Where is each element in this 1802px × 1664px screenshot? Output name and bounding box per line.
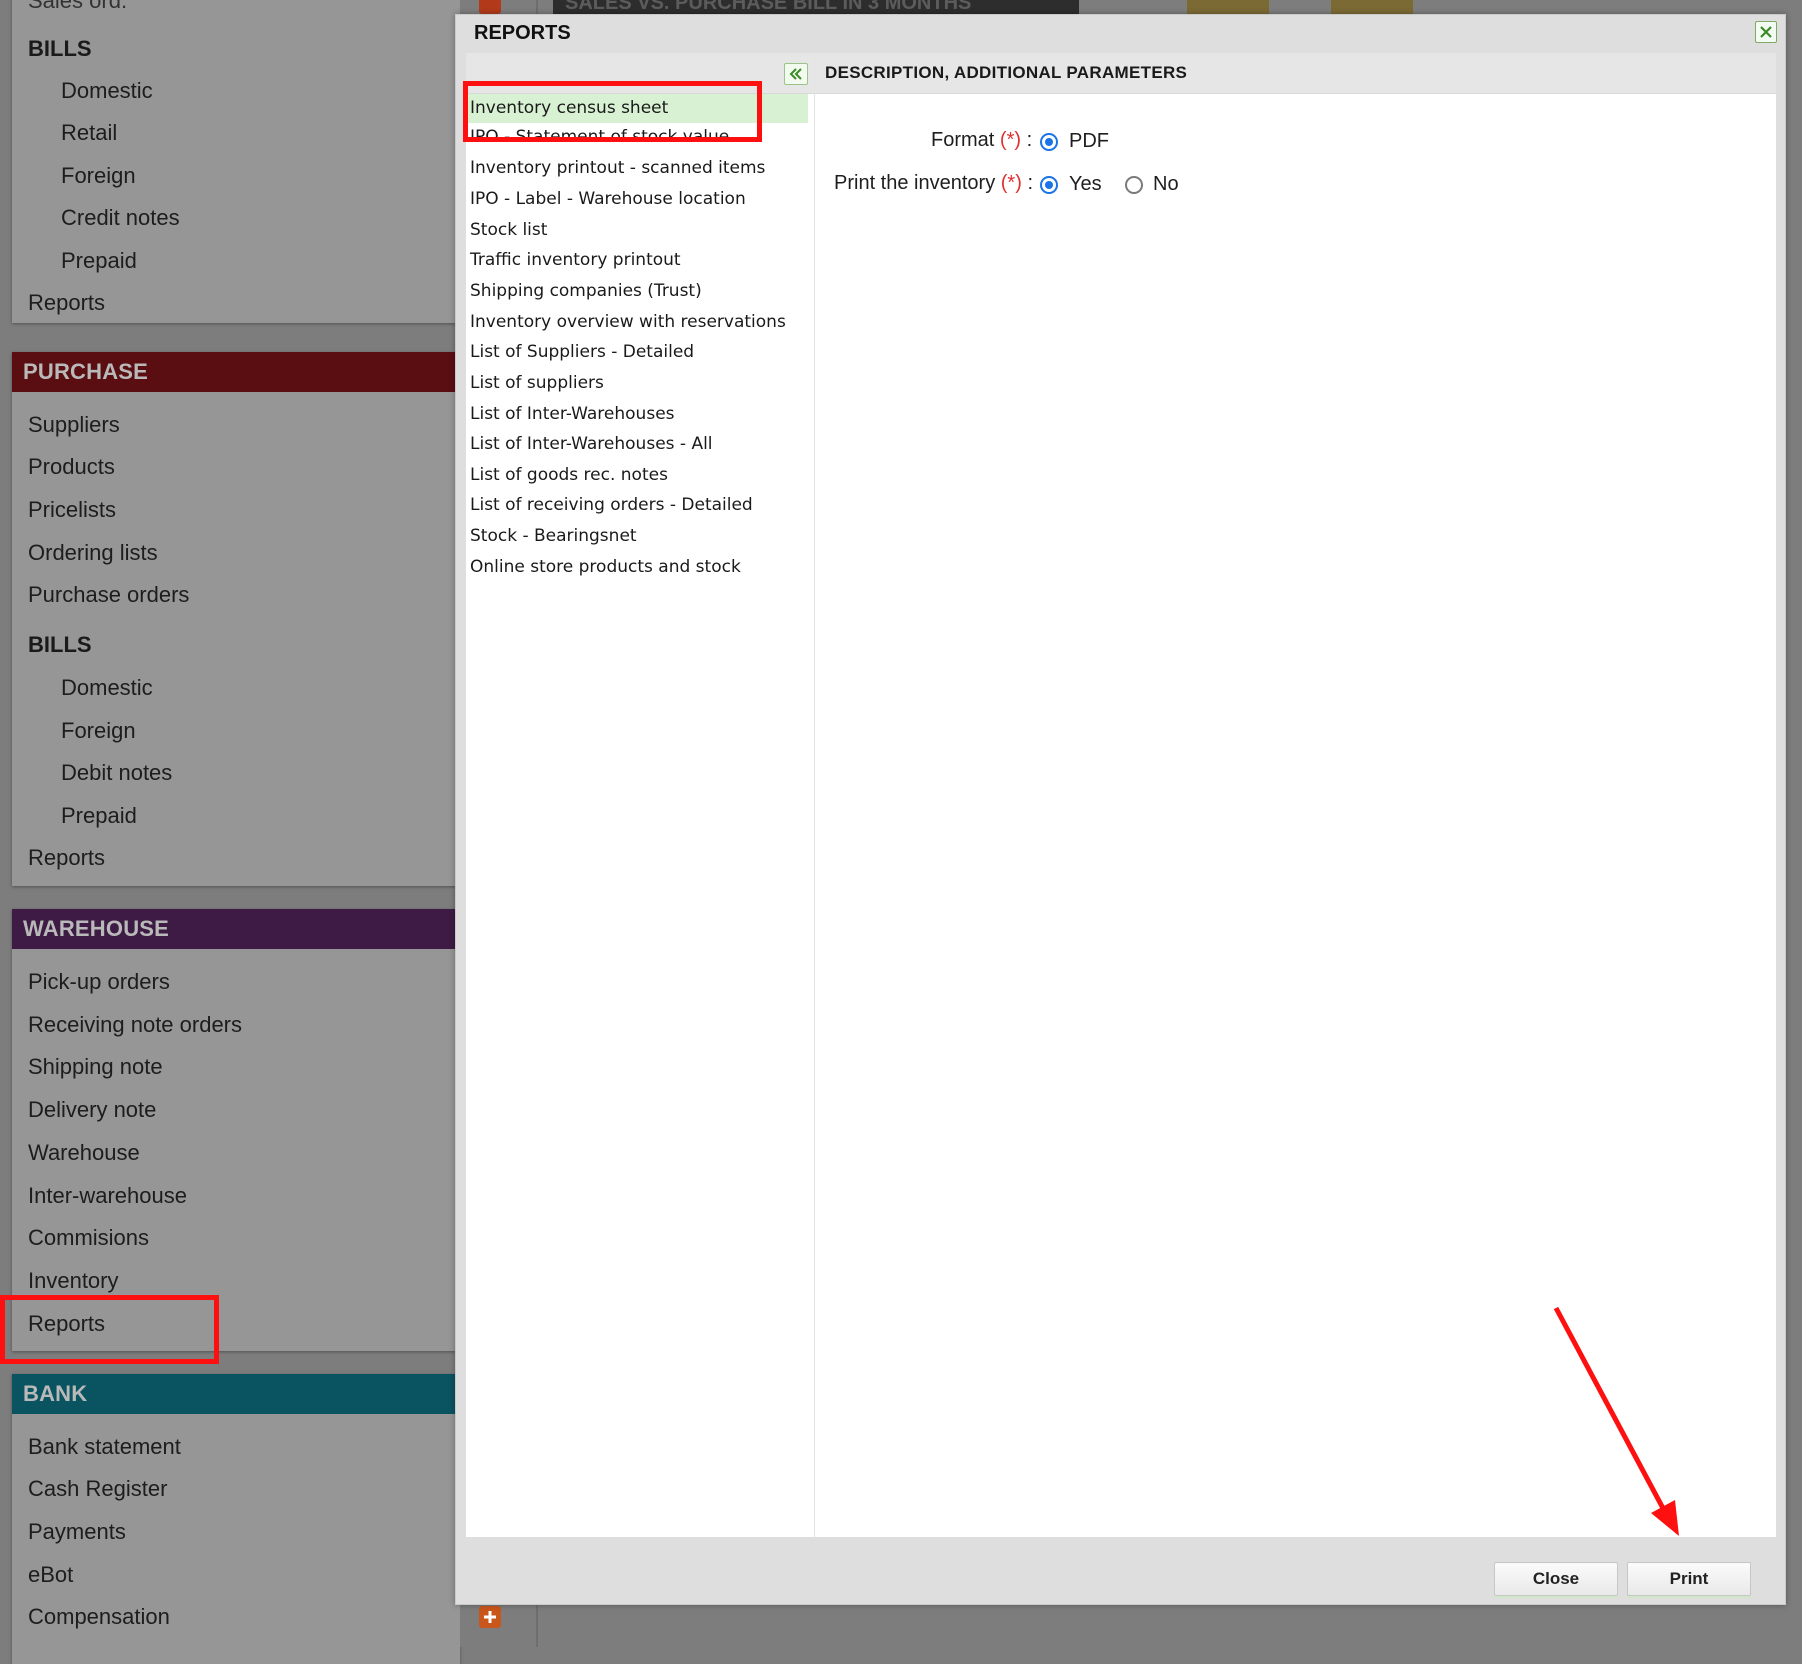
sidebar-item-inter-warehouse[interactable]: Inter-warehouse	[28, 1183, 187, 1209]
sidebar-item-bank-statement[interactable]: Bank statement	[28, 1434, 181, 1460]
purchase-panel: PURCHASE Suppliers Products Pricelists O…	[12, 352, 460, 886]
format-label: Format (*) :	[931, 129, 1033, 151]
report-item-online-store-products[interactable]: Online store products and stock	[470, 557, 741, 577]
sidebar-item-purchase-domestic[interactable]: Domestic	[61, 675, 153, 701]
required-marker: (*)	[999, 129, 1022, 151]
sidebar-item-sales-domestic[interactable]: Domestic	[61, 78, 153, 104]
sidebar-item-ordering-lists[interactable]: Ordering lists	[28, 540, 158, 566]
sidebar-item-sales-prepaid[interactable]: Prepaid	[61, 248, 137, 274]
sidebar-item-ebot[interactable]: eBot	[28, 1562, 73, 1588]
sidebar-item-pick-up-orders[interactable]: Pick-up orders	[28, 969, 170, 995]
print-inventory-no-label[interactable]: No	[1153, 173, 1179, 196]
sidebar-item-sales-reports[interactable]: Reports	[28, 290, 105, 316]
collapse-icon[interactable]	[784, 63, 808, 85]
bank-header[interactable]: BANK	[12, 1374, 460, 1414]
format-pdf-radio[interactable]	[1040, 133, 1058, 151]
sidebar-item-sales-orders[interactable]: Sales ord.	[28, 0, 127, 14]
sidebar-item-purchase-foreign[interactable]: Foreign	[61, 718, 136, 744]
dialog-footer: Close Print	[456, 1537, 1785, 1604]
print-inventory-no-radio[interactable]	[1125, 176, 1143, 194]
parameters-header: DESCRIPTION, ADDITIONAL PARAMETERS	[815, 53, 1776, 94]
purchase-header[interactable]: PURCHASE	[12, 352, 460, 392]
highlight-census-sheet	[463, 81, 762, 142]
chart-widget-title: SALES VS. PURCHASE BILL IN 3 MONTHS	[553, 0, 1079, 14]
sidebar-item-purchase-reports[interactable]: Reports	[28, 845, 105, 871]
report-item-suppliers-detailed[interactable]: List of Suppliers - Detailed	[470, 342, 694, 362]
sidebar-item-compensation[interactable]: Compensation	[28, 1604, 170, 1630]
add-icon[interactable]	[479, 0, 501, 14]
sidebar-item-delivery-note[interactable]: Delivery note	[28, 1097, 156, 1123]
print-inventory-label: Print the inventory (*) :	[834, 172, 1033, 194]
sidebar-item-purchase-prepaid[interactable]: Prepaid	[61, 803, 137, 829]
sidebar-item-inventory[interactable]: Inventory	[28, 1268, 119, 1294]
dialog-title: REPORTS	[474, 22, 571, 44]
warehouse-panel: WAREHOUSE Pick-up orders Receiving note …	[12, 909, 460, 1351]
report-item-ipo-label-location[interactable]: IPO - Label - Warehouse location	[470, 189, 746, 209]
report-item-inventory-overview-reservations[interactable]: Inventory overview with reservations	[470, 312, 786, 332]
warehouse-header[interactable]: WAREHOUSE	[12, 909, 460, 949]
report-item-goods-rec-notes[interactable]: List of goods rec. notes	[470, 465, 668, 485]
parameters-pane: DESCRIPTION, ADDITIONAL PARAMETERS Forma…	[815, 53, 1776, 1537]
sidebar-item-commisions[interactable]: Commisions	[28, 1225, 149, 1251]
sidebar-item-suppliers[interactable]: Suppliers	[28, 412, 120, 438]
sidebar-item-pricelists[interactable]: Pricelists	[28, 497, 116, 523]
sidebar-item-sales-foreign[interactable]: Foreign	[61, 163, 136, 189]
report-item-shipping-companies[interactable]: Shipping companies (Trust)	[470, 281, 702, 301]
sales-bills-heading: BILLS	[28, 36, 92, 61]
sidebar-item-cash-register[interactable]: Cash Register	[28, 1476, 167, 1502]
print-button[interactable]: Print	[1627, 1562, 1751, 1596]
sidebar-item-payments[interactable]: Payments	[28, 1519, 126, 1545]
report-item-traffic-inventory-printout[interactable]: Traffic inventory printout	[470, 250, 681, 270]
dialog-body: Inventory census sheet IPO - Statement o…	[466, 53, 1776, 1537]
report-item-inventory-printout-scanned[interactable]: Inventory printout - scanned items	[470, 158, 765, 178]
sidebar-item-debit-notes[interactable]: Debit notes	[61, 760, 172, 786]
highlight-warehouse-reports	[0, 1295, 219, 1364]
sidebar-item-warehouse[interactable]: Warehouse	[28, 1140, 140, 1166]
purchase-bills-heading: BILLS	[28, 632, 92, 657]
add-icon[interactable]	[479, 1606, 501, 1628]
sales-panel: Sales ord. BILLS Domestic Retail Foreign…	[12, 0, 460, 323]
close-button[interactable]: Close	[1494, 1562, 1618, 1596]
report-item-inter-warehouses[interactable]: List of Inter-Warehouses	[470, 404, 675, 424]
report-item-receiving-orders-detailed[interactable]: List of receiving orders - Detailed	[470, 495, 753, 515]
sidebar: Sales ord. BILLS Domestic Retail Foreign…	[0, 0, 460, 1664]
sidebar-item-receiving-note-orders[interactable]: Receiving note orders	[28, 1012, 242, 1038]
report-item-inter-warehouses-all[interactable]: List of Inter-Warehouses - All	[470, 434, 713, 454]
sidebar-item-products[interactable]: Products	[28, 454, 115, 480]
report-item-stock-bearingsnet[interactable]: Stock - Bearingsnet	[470, 526, 637, 546]
report-item-stock-list[interactable]: Stock list	[470, 220, 547, 240]
sidebar-item-purchase-orders[interactable]: Purchase orders	[28, 582, 189, 608]
print-inventory-yes-radio[interactable]	[1040, 176, 1058, 194]
print-inventory-yes-label[interactable]: Yes	[1069, 173, 1102, 196]
required-marker: (*)	[1000, 172, 1022, 194]
sidebar-item-sales-credit-notes[interactable]: Credit notes	[61, 205, 180, 231]
format-pdf-label[interactable]: PDF	[1069, 130, 1109, 153]
sidebar-item-shipping-note[interactable]: Shipping note	[28, 1054, 163, 1080]
bank-panel: BANK Bank statement Cash Register Paymen…	[12, 1374, 460, 1664]
close-icon[interactable]	[1755, 21, 1777, 43]
reports-dialog: REPORTS Inventory census sheet IPO - Sta…	[455, 14, 1786, 1605]
sidebar-item-sales-retail[interactable]: Retail	[61, 120, 117, 146]
report-list-pane: Inventory census sheet IPO - Statement o…	[466, 53, 815, 1537]
report-item-list-of-suppliers[interactable]: List of suppliers	[470, 373, 604, 393]
